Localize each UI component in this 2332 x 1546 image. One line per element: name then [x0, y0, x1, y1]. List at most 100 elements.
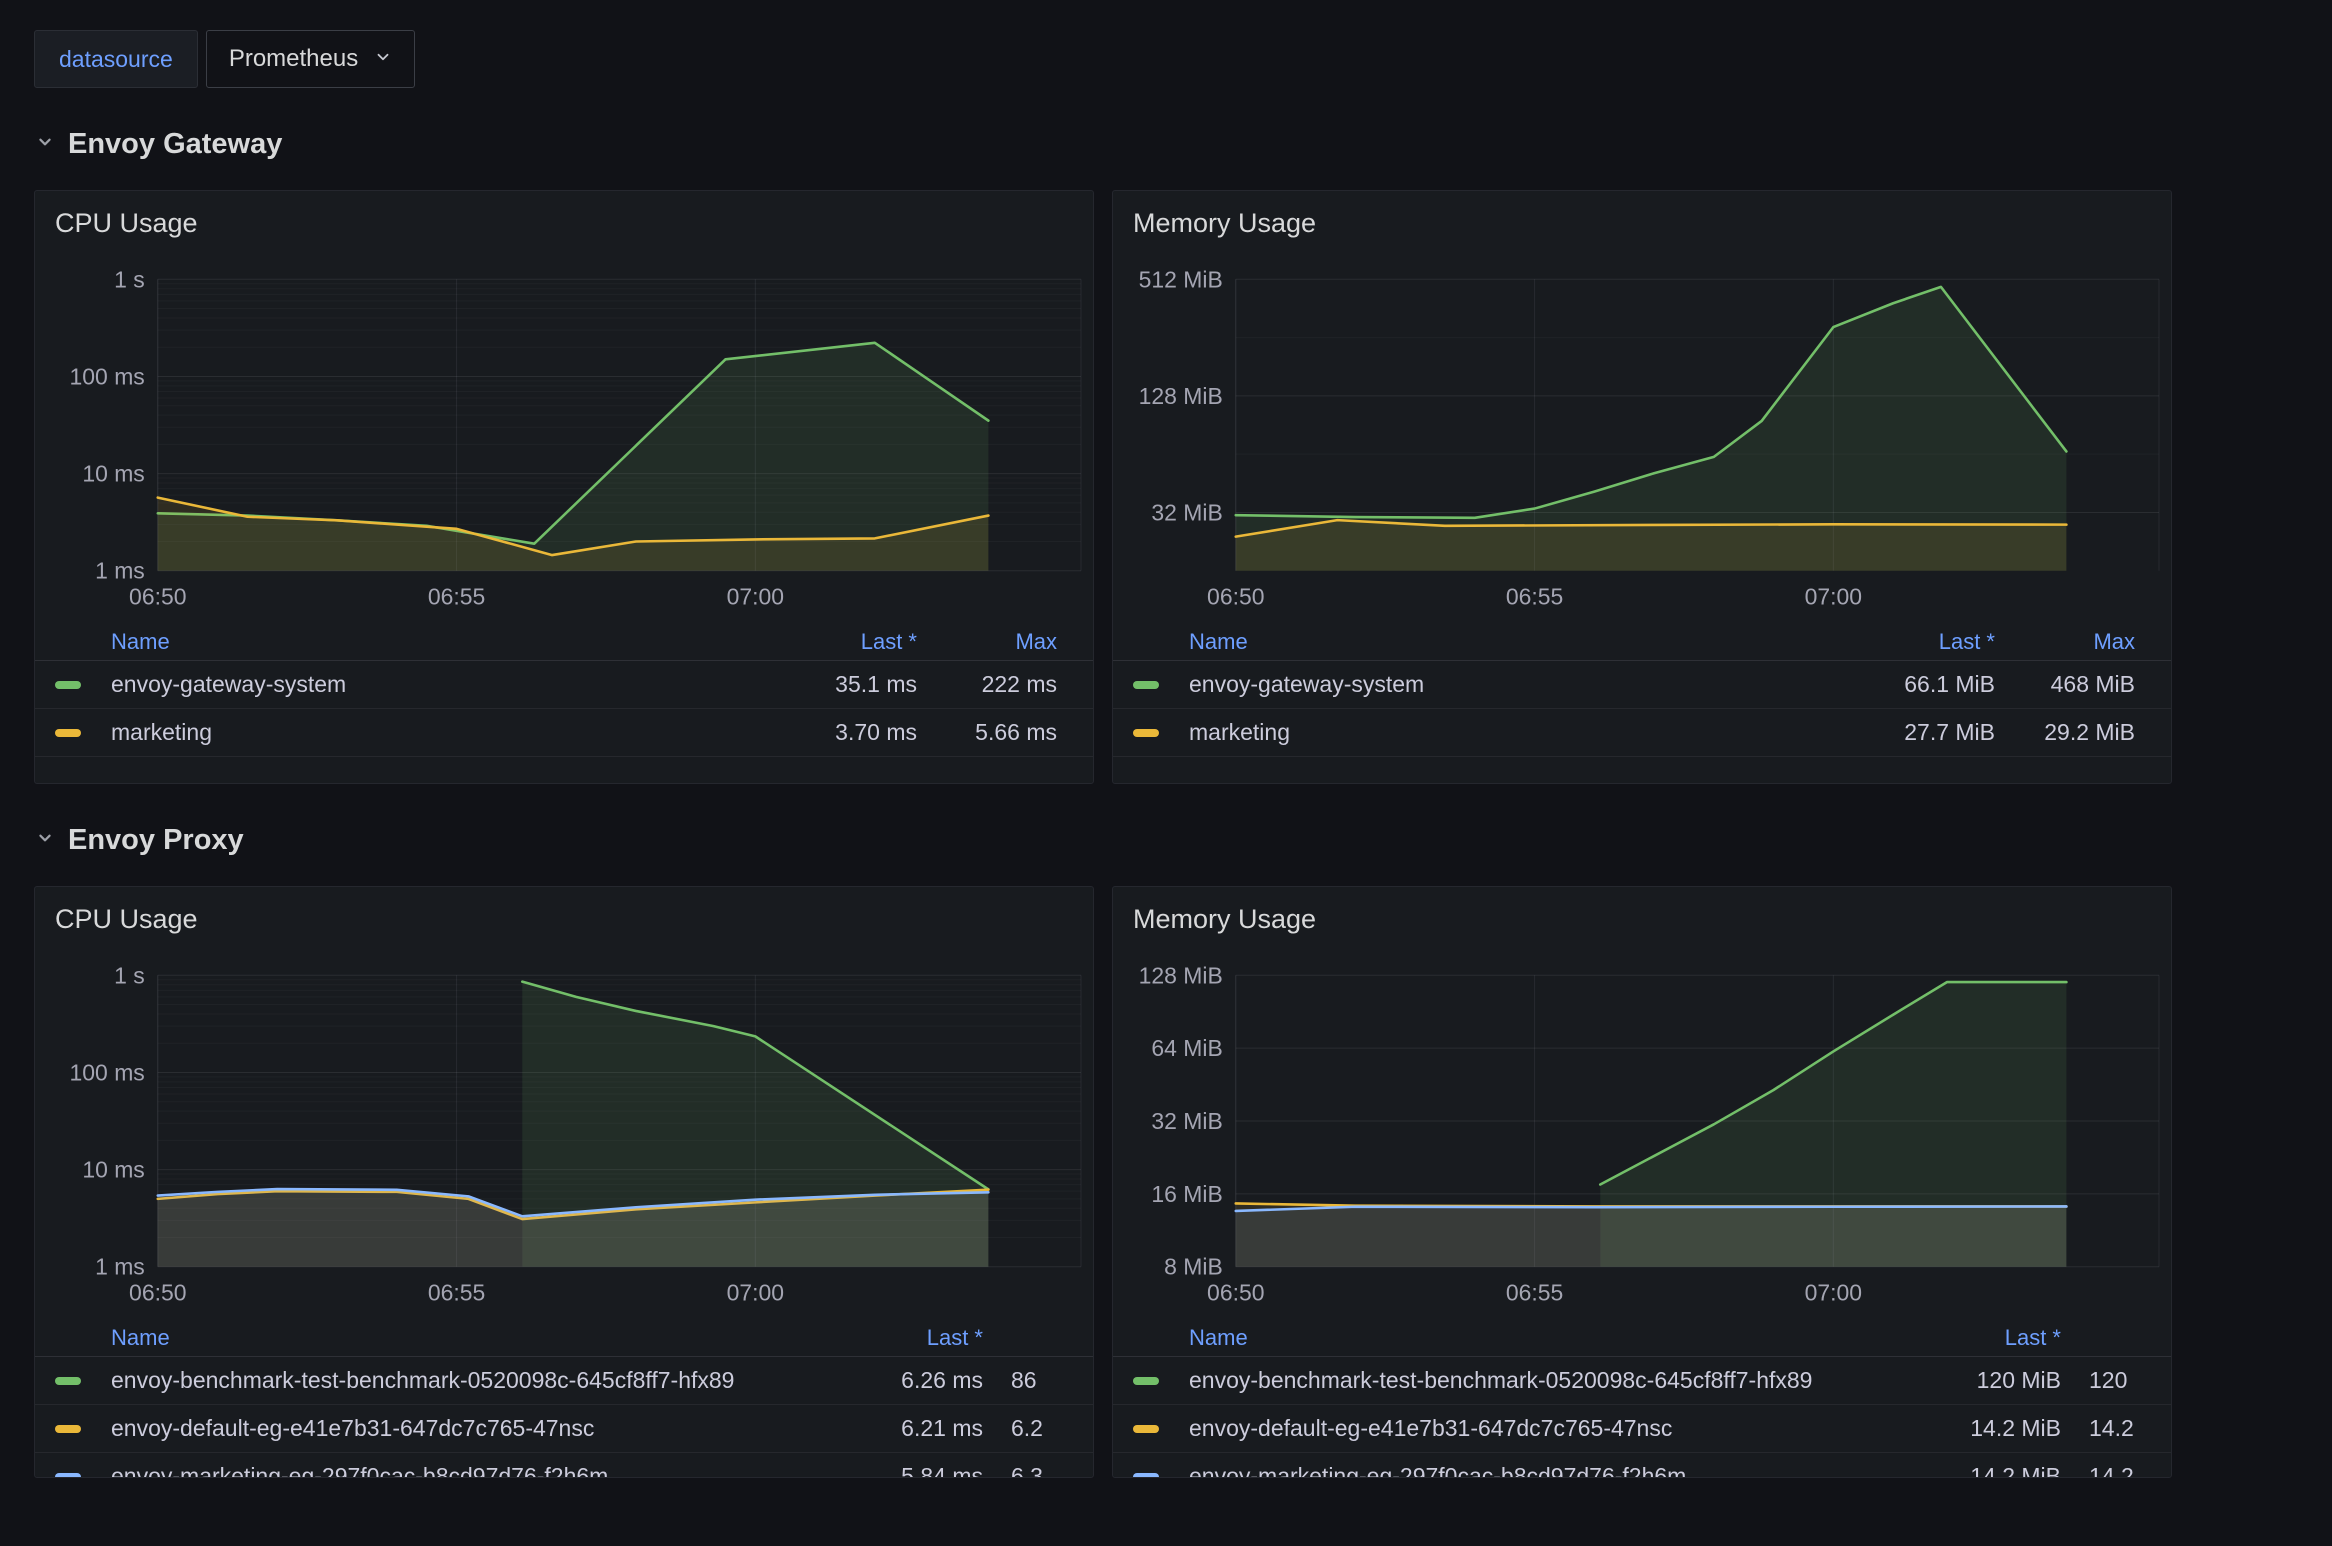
legend-header-max[interactable]: Max	[917, 629, 1057, 655]
legend-header: Name Last *	[35, 1319, 1093, 1357]
proxy-panels-row: CPU Usage 1 s100 ms10 ms1 ms06:5006:5507…	[34, 886, 2332, 1478]
panel-title[interactable]: CPU Usage	[35, 887, 1093, 935]
series-max-value: 6.2	[983, 1415, 1093, 1442]
series-name[interactable]: envoy-benchmark-test-benchmark-0520098c-…	[1189, 1367, 1901, 1394]
datasource-variable-label[interactable]: datasource	[34, 30, 198, 88]
chevron-down-icon	[34, 827, 56, 854]
legend-row: envoy-default-eg-e41e7b31-647dc7c765-47n…	[1113, 1405, 2171, 1453]
datasource-select[interactable]: Prometheus	[206, 30, 415, 88]
series-last-value: 14.2 MiB	[1901, 1463, 2061, 1478]
section-title: Envoy Gateway	[68, 128, 282, 161]
legend-row: envoy-marketing-eg-297f0cac-b8cd97d76-f2…	[35, 1453, 1093, 1478]
series-last-value: 35.1 ms	[757, 671, 917, 698]
legend-row: marketing3.70 ms5.66 ms	[35, 709, 1093, 757]
series-swatch-icon[interactable]	[55, 1377, 81, 1385]
series-name[interactable]: envoy-default-eg-e41e7b31-647dc7c765-47n…	[111, 1415, 823, 1442]
legend-header: Name Last * Max	[35, 623, 1093, 661]
legend-row: envoy-default-eg-e41e7b31-647dc7c765-47n…	[35, 1405, 1093, 1453]
x-axis-tick-label: 07:00	[727, 1280, 784, 1306]
legend-rows: envoy-gateway-system66.1 MiB468 MiBmarke…	[1113, 661, 2171, 757]
memory-usage-chart[interactable]: 512 MiB128 MiB32 MiB06:5006:5507:00	[1113, 259, 2171, 611]
legend-header-last[interactable]: Last *	[757, 629, 917, 655]
series-last-value: 6.21 ms	[823, 1415, 983, 1442]
series-last-value: 6.26 ms	[823, 1367, 983, 1394]
series-swatch-icon[interactable]	[1133, 1377, 1159, 1385]
series-swatch-icon[interactable]	[55, 729, 81, 737]
panel-title[interactable]: Memory Usage	[1113, 191, 2171, 239]
panel-proxy-memory: Memory Usage 128 MiB64 MiB32 MiB16 MiB8 …	[1112, 886, 2172, 1478]
series-name[interactable]: envoy-benchmark-test-benchmark-0520098c-…	[111, 1367, 823, 1394]
x-axis-tick-label: 07:00	[1805, 584, 1862, 610]
panel-proxy-cpu: CPU Usage 1 s100 ms10 ms1 ms06:5006:5507…	[34, 886, 1094, 1478]
cpu-usage-chart[interactable]: 1 s100 ms10 ms1 ms06:5006:5507:00	[35, 955, 1093, 1307]
memory-usage-chart[interactable]: 128 MiB64 MiB32 MiB16 MiB8 MiB06:5006:55…	[1113, 955, 2171, 1307]
series-swatch-icon[interactable]	[55, 681, 81, 689]
series-max-value: 86	[983, 1367, 1093, 1394]
legend-table: Name Last * Max envoy-gateway-system35.1…	[35, 623, 1093, 757]
y-axis-tick-label: 10 ms	[82, 1157, 144, 1183]
series-swatch-icon[interactable]	[55, 1425, 81, 1433]
panel-title[interactable]: Memory Usage	[1113, 887, 2171, 935]
y-axis-tick-label: 100 ms	[70, 1059, 145, 1085]
legend-header-name[interactable]: Name	[111, 629, 757, 655]
series-swatch-icon[interactable]	[1133, 729, 1159, 737]
legend-table: Name Last * envoy-benchmark-test-benchma…	[35, 1319, 1093, 1478]
panel-gateway-cpu: CPU Usage 1 s100 ms10 ms1 ms06:5006:5507…	[34, 190, 1094, 784]
x-axis-tick-label: 06:55	[428, 584, 485, 610]
series-name[interactable]: envoy-marketing-eg-297f0cac-b8cd97d76-f2…	[1189, 1463, 1901, 1478]
series-max-value: 5.66 ms	[917, 719, 1057, 746]
legend-header-last[interactable]: Last *	[1835, 629, 1995, 655]
series-name[interactable]: envoy-default-eg-e41e7b31-647dc7c765-47n…	[1189, 1415, 1901, 1442]
legend-header-name[interactable]: Name	[111, 1325, 823, 1351]
datasource-label-text: datasource	[59, 46, 173, 73]
series-last-value: 66.1 MiB	[1835, 671, 1995, 698]
row-header-envoy-gateway[interactable]: Envoy Gateway	[34, 126, 2332, 162]
y-axis-tick-label: 32 MiB	[1151, 499, 1222, 525]
series-last-value: 27.7 MiB	[1835, 719, 1995, 746]
legend-header: Name Last * Max	[1113, 623, 2171, 661]
series-max-value: 29.2 MiB	[1995, 719, 2135, 746]
legend-rows: envoy-benchmark-test-benchmark-0520098c-…	[35, 1357, 1093, 1478]
panel-title[interactable]: CPU Usage	[35, 191, 1093, 239]
legend-header-name[interactable]: Name	[1189, 629, 1835, 655]
y-axis-tick-label: 8 MiB	[1164, 1254, 1223, 1280]
legend-row: marketing27.7 MiB29.2 MiB	[1113, 709, 2171, 757]
series-name[interactable]: envoy-marketing-eg-297f0cac-b8cd97d76-f2…	[111, 1463, 823, 1478]
series-max-value: 14.2	[2061, 1415, 2171, 1442]
section-title: Envoy Proxy	[68, 824, 244, 857]
legend-header-last[interactable]: Last *	[1901, 1325, 2061, 1351]
y-axis-tick-label: 128 MiB	[1139, 383, 1223, 409]
series-swatch-icon[interactable]	[1133, 1473, 1159, 1479]
x-axis-tick-label: 06:50	[1207, 1280, 1264, 1306]
series-swatch-icon[interactable]	[1133, 681, 1159, 689]
legend-rows: envoy-gateway-system35.1 ms222 msmarketi…	[35, 661, 1093, 757]
chevron-down-icon	[34, 131, 56, 158]
legend-row: envoy-gateway-system66.1 MiB468 MiB	[1113, 661, 2171, 709]
legend-header-max[interactable]: Max	[1995, 629, 2135, 655]
row-header-envoy-proxy[interactable]: Envoy Proxy	[34, 822, 2332, 858]
y-axis-tick-label: 1 s	[114, 266, 145, 292]
legend-row: envoy-gateway-system35.1 ms222 ms	[35, 661, 1093, 709]
y-axis-tick-label: 100 ms	[70, 363, 145, 389]
series-swatch-icon[interactable]	[1133, 1425, 1159, 1433]
series-swatch-icon[interactable]	[55, 1473, 81, 1479]
dashboard: datasource Prometheus Envoy Gateway CPU …	[0, 0, 2332, 1478]
legend-header-last[interactable]: Last *	[823, 1325, 983, 1351]
series-name[interactable]: marketing	[1189, 719, 1835, 746]
y-axis-tick-label: 16 MiB	[1151, 1181, 1222, 1207]
legend-rows: envoy-benchmark-test-benchmark-0520098c-…	[1113, 1357, 2171, 1478]
x-axis-tick-label: 06:55	[428, 1280, 485, 1306]
y-axis-tick-label: 128 MiB	[1139, 962, 1223, 988]
x-axis-tick-label: 06:50	[129, 1280, 186, 1306]
legend-header: Name Last *	[1113, 1319, 2171, 1357]
series-last-value: 120 MiB	[1901, 1367, 2061, 1394]
legend-table: Name Last * envoy-benchmark-test-benchma…	[1113, 1319, 2171, 1478]
series-max-value: 14.2	[2061, 1463, 2171, 1478]
series-name[interactable]: envoy-gateway-system	[1189, 671, 1835, 698]
y-axis-tick-label: 1 ms	[95, 558, 145, 584]
cpu-usage-chart[interactable]: 1 s100 ms10 ms1 ms06:5006:5507:00	[35, 259, 1093, 611]
legend-header-name[interactable]: Name	[1189, 1325, 1901, 1351]
y-axis-tick-label: 10 ms	[82, 461, 144, 487]
series-name[interactable]: envoy-gateway-system	[111, 671, 757, 698]
series-name[interactable]: marketing	[111, 719, 757, 746]
